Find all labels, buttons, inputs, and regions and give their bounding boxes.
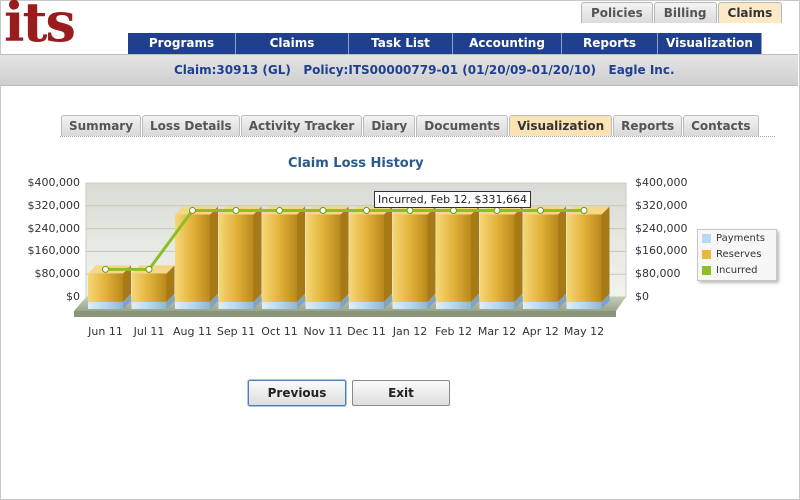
x-tick-label: Dec 11	[347, 325, 386, 338]
claim-info-bar: Claim:30913 (GL) Policy:ITS00000779-01 (…	[0, 54, 798, 86]
y-tick-label-right: $160,000	[635, 244, 688, 258]
nav-claims[interactable]: Claims	[236, 33, 349, 54]
x-tick-label: Apr 12	[522, 325, 559, 338]
x-tick-label: Sep 11	[216, 325, 256, 338]
tab-contacts[interactable]: Contacts	[683, 115, 759, 136]
tab-diary[interactable]: Diary	[363, 115, 416, 136]
chart-legend: Payments Reserves Incurred	[697, 229, 777, 281]
company-logo: its	[4, 0, 76, 54]
y-tick-label: $320,000	[27, 198, 81, 212]
x-tick-label: Mar 12	[477, 325, 517, 338]
y-tick-label: $80,000	[34, 267, 81, 281]
nav-task-list[interactable]: Task List	[349, 33, 453, 54]
nav-visualization[interactable]: Visualization	[658, 33, 762, 54]
y-tick-label: $240,000	[27, 221, 81, 235]
chart-title: Claim Loss History	[288, 156, 424, 171]
y-tick-label-right: $80,000	[635, 267, 681, 281]
legend-swatch	[702, 234, 711, 243]
claim-info-text: Claim:30913 (GL) Policy:ITS00000779-01 (…	[174, 63, 675, 77]
nav-programs[interactable]: Programs	[128, 33, 236, 54]
y-tick-label-right: $320,000	[635, 198, 688, 212]
sub-tab-bar: Summary Loss Details Activity Tracker Diary…	[61, 115, 760, 136]
legend-swatch	[702, 250, 711, 259]
legend-label: Incurred	[716, 265, 758, 276]
legend-label: Reserves	[716, 249, 762, 260]
chart-tooltip: Incurred, Feb 12, $331,664	[374, 191, 532, 208]
legend-label: Payments	[716, 233, 765, 244]
x-tick-label: Jun 11	[88, 325, 123, 338]
nav-accounting[interactable]: Accounting	[453, 33, 562, 54]
previous-button[interactable]: Previous	[248, 380, 346, 406]
y-tick-label: $400,000	[27, 176, 81, 189]
x-tick-label: Jan 12	[392, 325, 428, 338]
tab-divider	[60, 136, 775, 137]
legend-item-reserves: Reserves	[698, 247, 776, 262]
top-tab-billing[interactable]: Billing	[653, 2, 717, 23]
tab-visualization[interactable]: Visualization	[509, 115, 613, 136]
legend-item-payments: Payments	[698, 231, 776, 246]
top-tab-bar: Policies Billing Claims	[581, 2, 783, 23]
tab-loss-details[interactable]: Loss Details	[142, 115, 240, 136]
x-tick-label: Feb 12	[435, 325, 472, 338]
x-tick-label: Nov 11	[303, 325, 343, 338]
tab-reports[interactable]: Reports	[613, 115, 683, 136]
x-tick-label: May 12	[563, 325, 605, 338]
exit-button[interactable]: Exit	[352, 380, 450, 406]
tab-activity-tracker[interactable]: Activity Tracker	[240, 115, 363, 136]
y-tick-label: $0	[66, 290, 80, 303]
y-tick-label-right: $240,000	[635, 221, 688, 235]
top-tab-policies[interactable]: Policies	[581, 2, 653, 23]
x-tick-label: Jul 11	[133, 325, 165, 338]
x-tick-label: Aug 11	[173, 325, 212, 338]
legend-swatch	[702, 266, 711, 275]
y-tick-label-right: $400,000	[635, 176, 688, 189]
tab-documents[interactable]: Documents	[416, 115, 509, 136]
nav-reports[interactable]: Reports	[562, 33, 658, 54]
y-tick-label-right: $0	[635, 290, 649, 303]
main-nav: Programs Claims Task List Accounting Reports…	[128, 33, 762, 54]
x-tick-label: Oct 11	[261, 325, 298, 338]
top-tab-claims[interactable]: Claims	[717, 2, 783, 23]
y-tick-label: $160,000	[27, 244, 81, 258]
tab-summary[interactable]: Summary	[61, 115, 142, 136]
legend-item-incurred: Incurred	[698, 263, 776, 278]
